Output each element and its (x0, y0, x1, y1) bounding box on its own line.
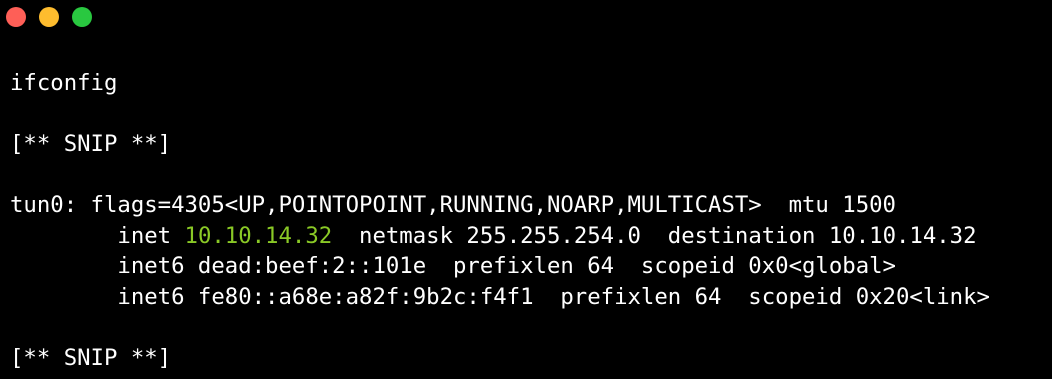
terminal-output[interactable]: ifconfig [** SNIP **] tun0: flags=4305<UP,… (10, 68, 990, 373)
snip-marker-top: [** SNIP **] (10, 131, 172, 157)
close-window-button[interactable] (6, 7, 26, 27)
snip-marker-bottom: [** SNIP **] (10, 344, 172, 371)
inet-address: 10.10.14.32 (184, 222, 333, 249)
inet-label: inet (10, 222, 185, 249)
inet6-global-line: inet6 dead:beef:2::101e prefixlen 64 sco… (10, 253, 896, 279)
title-bar (0, 0, 1052, 34)
command-line: ifconfig (10, 70, 118, 96)
terminal-window: ifconfig [** SNIP **] tun0: flags=4305<UP,… (0, 0, 1052, 379)
tun0-flags-line: tun0: flags=4305<UP,POINTOPOINT,RUNNING,… (10, 192, 896, 218)
inet-details: netmask 255.255.254.0 destination 10.10.… (332, 222, 977, 249)
minimize-window-button[interactable] (39, 7, 59, 27)
inet-line: inet 10.10.14.32 netmask 255.255.254.0 d… (10, 221, 990, 252)
zoom-window-button[interactable] (72, 7, 92, 27)
inet6-link-line: inet6 fe80::a68e:a82f:9b2c:f4f1 prefixle… (10, 283, 990, 310)
